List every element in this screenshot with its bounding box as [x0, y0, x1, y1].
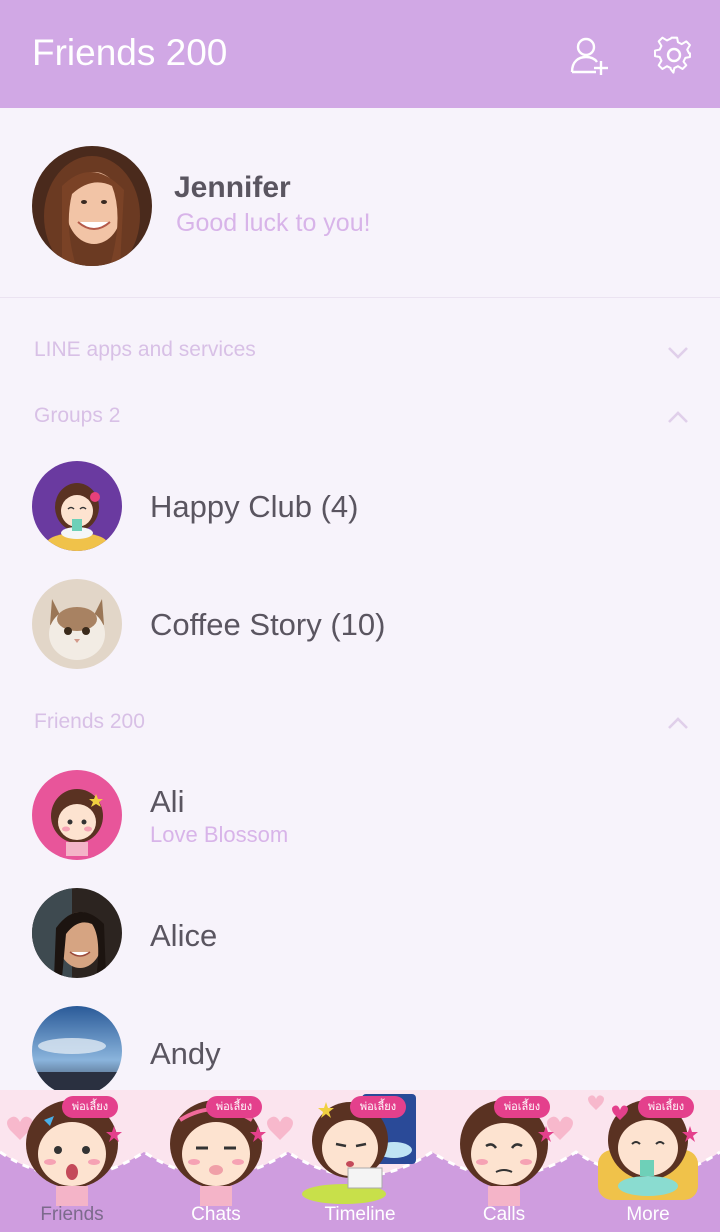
friend-avatar: [32, 1006, 122, 1096]
sticker-badge: พ่อเลี้ยง: [638, 1096, 694, 1118]
chevron-up-icon: [668, 717, 688, 729]
profile-status-message: Good luck to you!: [176, 209, 371, 237]
add-friend-button[interactable]: [568, 34, 610, 76]
friend-avatar: [32, 888, 122, 978]
app-header: Friends 200: [0, 0, 720, 108]
my-profile[interactable]: Jennifer Good luck to you!: [0, 108, 720, 298]
tab-label: More: [626, 1204, 670, 1225]
friend-avatar: [32, 770, 122, 860]
friend-name: Alice: [150, 918, 218, 953]
group-avatar: [32, 579, 122, 669]
group-row-happy-club[interactable]: Happy Club (4): [0, 449, 720, 567]
tab-label: Friends: [40, 1204, 104, 1225]
sticker-badge: พ่อเลี้ยง: [62, 1096, 118, 1118]
chevron-up-icon: [668, 411, 688, 423]
section-label: Friends 200: [34, 710, 145, 733]
tab-label: Chats: [191, 1204, 241, 1225]
section-groups[interactable]: Groups 2: [0, 386, 720, 446]
group-name: Happy Club (4): [150, 489, 359, 524]
sticker-badge: พ่อเลี้ยง: [350, 1096, 406, 1118]
profile-name: Jennifer: [174, 171, 291, 204]
tab-label: Calls: [482, 1204, 526, 1225]
page-title: Friends 200: [32, 32, 228, 73]
section-friends[interactable]: Friends 200: [0, 692, 720, 752]
section-label: LINE apps and services: [34, 338, 256, 361]
tab-more[interactable]: พ่อเลี้ยง More: [576, 1090, 720, 1232]
group-name: Coffee Story (10): [150, 607, 386, 642]
profile-avatar[interactable]: [32, 146, 152, 266]
friend-name: Andy: [150, 1036, 221, 1071]
section-label: Groups 2: [34, 404, 121, 427]
sticker-badge: พ่อเลี้ยง: [494, 1096, 550, 1118]
tab-chats[interactable]: พ่อเลี้ยง Chats: [144, 1090, 288, 1232]
section-line-apps[interactable]: LINE apps and services: [0, 320, 720, 380]
tab-label: Timeline: [324, 1204, 396, 1225]
settings-button[interactable]: [653, 34, 695, 76]
tab-friends[interactable]: พ่อเลี้ยง Friends: [0, 1090, 144, 1232]
friend-status-message: Love Blossom: [150, 822, 289, 847]
group-row-coffee-story[interactable]: Coffee Story (10): [0, 567, 720, 685]
sticker-badge: พ่อเลี้ยง: [206, 1096, 262, 1118]
add-friend-icon: [570, 37, 608, 75]
gear-icon: [653, 36, 691, 74]
bottom-tab-bar: พ่อเลี้ยง Friends พ่อเลี้ยง Chats พ่อเลี…: [0, 1090, 720, 1232]
group-avatar: [32, 461, 122, 551]
tab-calls[interactable]: พ่อเลี้ยง Calls: [432, 1090, 576, 1232]
chevron-down-icon: [668, 347, 688, 359]
friend-name: Ali: [150, 784, 185, 819]
tab-timeline[interactable]: พ่อเลี้ยง Timeline: [288, 1090, 432, 1232]
friend-row-alice[interactable]: Alice: [0, 876, 720, 994]
friend-row-ali[interactable]: Ali Love Blossom: [0, 758, 720, 876]
